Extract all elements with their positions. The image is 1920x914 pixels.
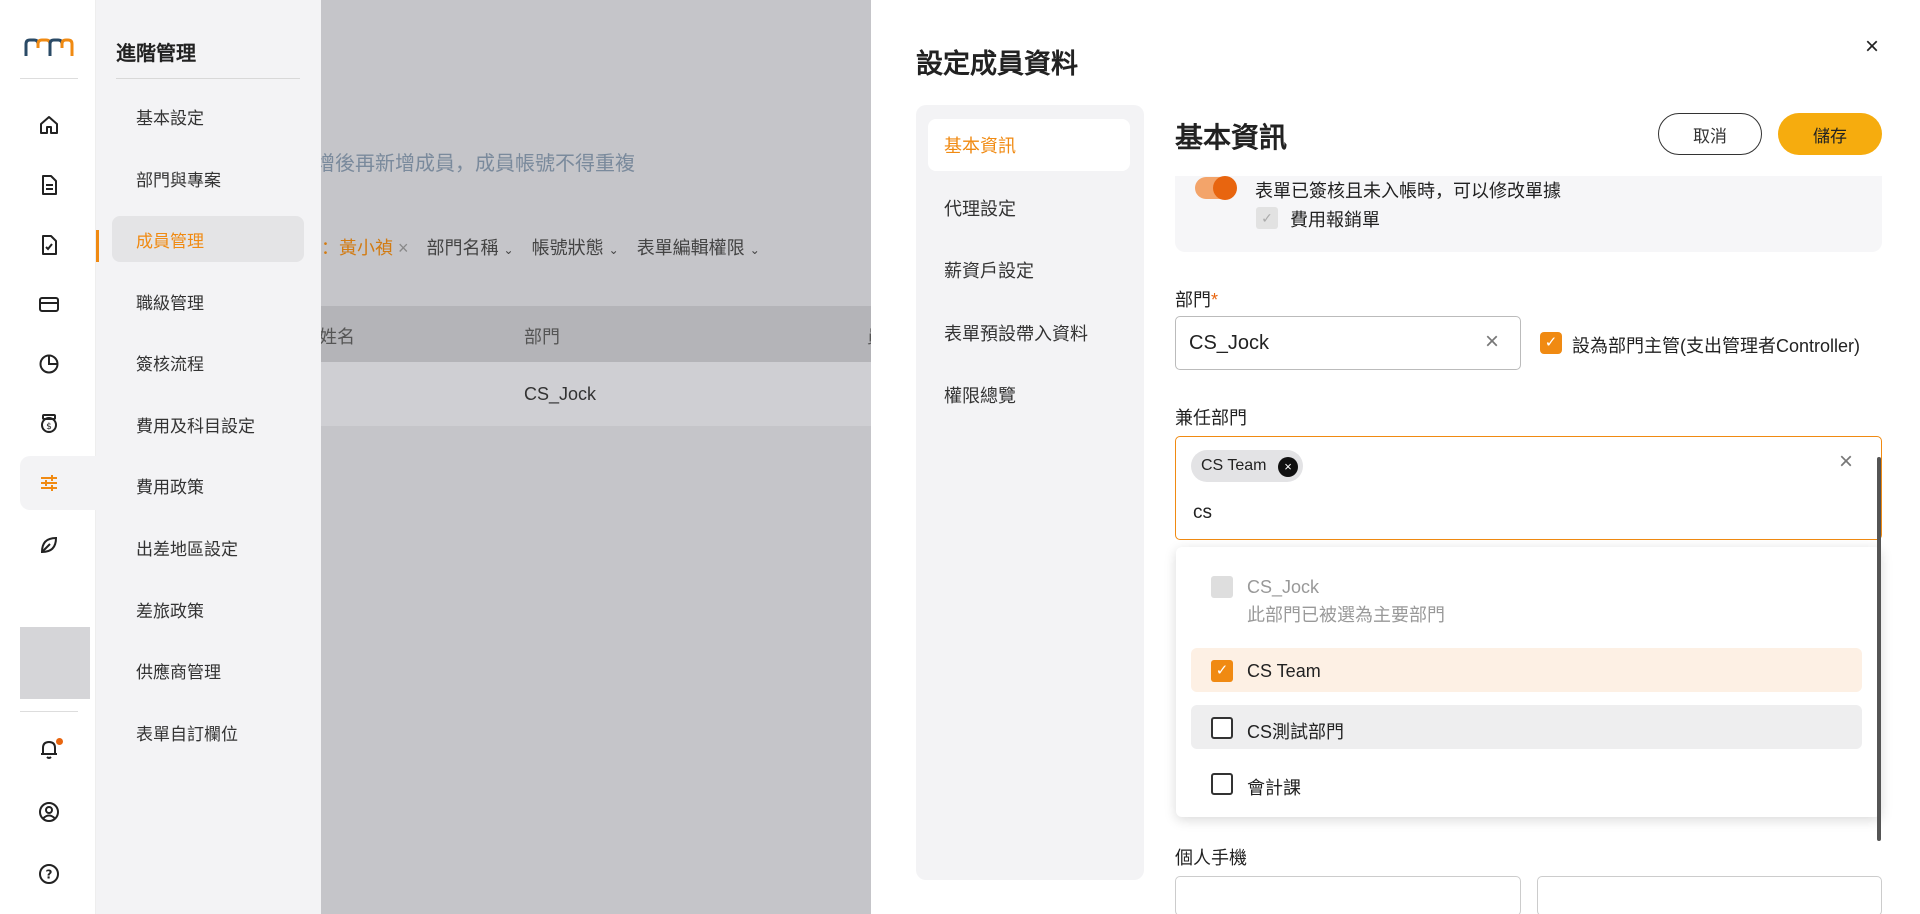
rail-divider [20,711,78,712]
filter-chip-name[interactable]: ：黃小禎 [321,238,393,258]
tab-delegate-settings[interactable]: 代理設定 [928,182,1130,234]
filter-department[interactable]: 部門名稱 ⌄ [427,234,514,260]
subnav-item-approval-flow[interactable]: 簽核流程 [112,339,304,385]
subnav-item-custom-fields[interactable]: 表單自訂欄位 [112,709,304,755]
subnav-item-expense-policy[interactable]: 費用政策 [112,462,304,508]
concurrent-department-label: 兼任部門 [1175,408,1247,428]
active-marker [96,230,99,262]
department-value: CS_Jock [1189,332,1270,354]
notification-dot [56,738,63,745]
page-hint: 增後再新增成員，成員帳號不得重複 [321,153,635,175]
mobile-number-input[interactable] [1537,876,1882,914]
close-icon[interactable]: × [1859,34,1885,60]
subnav-item-vendors[interactable]: 供應商管理 [112,647,304,693]
expense-form-label: 費用報銷單 [1290,210,1380,230]
subnav-item-job-levels[interactable]: 職級管理 [112,278,304,324]
chevron-down-icon: ⌄ [503,243,514,257]
svg-text:?: ? [46,868,53,882]
toggle-knob [1213,176,1237,200]
option-checkbox[interactable] [1211,773,1233,795]
mobile-country-code-input[interactable] [1175,876,1521,914]
tab-form-defaults[interactable]: 表單預設帶入資料 [928,307,1130,359]
option-label[interactable]: CS測試部門 [1247,718,1344,744]
department-label-text: 部門 [1175,290,1211,310]
mobile-label: 個人手機 [1175,848,1247,868]
document-icon[interactable] [36,172,62,198]
section-title: 基本資訊 [1175,122,1288,153]
help-icon[interactable]: ? [36,861,62,887]
expense-form-checkbox[interactable]: ✓ [1256,207,1278,229]
tab-payroll-account[interactable]: 薪資戶設定 [928,244,1130,296]
department-manager-checkbox[interactable]: ✓ [1540,332,1562,354]
option-label[interactable]: CS Team [1247,661,1321,682]
settings-subnav: 進階管理 基本設定 部門與專案 成員管理 職級管理 簽核流程 費用及科目設定 費… [96,0,321,914]
permission-text: 表單已簽核且未入帳時，可以修改單據 [1255,181,1561,201]
avatar-placeholder [20,627,90,699]
member-settings-drawer: 設定成員資料 × 基本資訊 代理設定 薪資戶設定 表單預設帶入資料 權限總覽 基… [871,0,1920,914]
expense-icon[interactable]: $ [36,411,62,437]
chevron-down-icon: ⌄ [608,243,619,257]
filter-form-permission[interactable]: 表單編輯權限 ⌄ [637,234,760,260]
background-overlay[interactable]: 增後再新增成員，成員帳號不得重複 ：黃小禎 × 部門名稱 ⌄ 帳號狀態 ⌄ 表單… [321,0,871,914]
option-checkbox[interactable] [1211,717,1233,739]
subnav-item-expense-accounts[interactable]: 費用及科目設定 [112,401,304,447]
drawer-nav: 基本資訊 代理設定 薪資戶設定 表單預設帶入資料 權限總覽 [916,105,1144,880]
scrollbar[interactable] [1877,457,1881,841]
filter-form-permission-label: 表單編輯權限 [636,238,745,258]
clear-concurrent-icon[interactable]: × [1839,448,1853,476]
save-button[interactable]: 儲存 [1778,113,1882,155]
column-department: 部門 [524,327,560,347]
department-manager-label: 設為部門主管(支出管理者Controller) [1572,336,1861,356]
filter-remove-icon[interactable]: × [398,238,409,258]
settings-sliders-icon[interactable] [36,470,62,496]
tab-basic-info[interactable]: 基本資訊 [928,119,1130,171]
table-header: 姓名 部門 員 [321,306,871,362]
cancel-button[interactable]: 取消 [1658,113,1762,155]
pie-chart-icon[interactable] [36,351,62,377]
app-logo[interactable] [24,36,74,60]
subnav-item-basic-settings[interactable]: 基本設定 [112,93,304,139]
user-icon[interactable] [36,799,62,825]
required-mark: * [1211,290,1219,310]
column-name: 姓名 [321,327,355,347]
tab-permission-overview[interactable]: 權限總覽 [928,369,1130,421]
drawer-title: 設定成員資料 [916,49,1078,79]
filter-department-label: 部門名稱 [426,238,499,258]
subnav-item-travel-regions[interactable]: 出差地區設定 [112,524,304,570]
department-label: 部門* [1175,286,1218,312]
clear-department-icon[interactable]: × [1485,328,1499,356]
svg-text:$: $ [46,422,52,432]
option-checkbox-checked[interactable]: ✓ [1211,660,1233,682]
filter-account-status[interactable]: 帳號狀態 ⌄ [532,234,619,260]
option-label: CS_Jock [1247,577,1320,597]
row-department: CS_Jock [524,384,597,404]
chevron-down-icon: ⌄ [749,243,760,257]
option-label[interactable]: 會計課 [1247,774,1301,800]
table-row[interactable]: CS_Jock [321,362,871,426]
icon-rail: $ ? [0,0,98,914]
subnav-item-travel-policy[interactable]: 差旅政策 [112,586,304,632]
approval-icon[interactable] [36,232,62,258]
filter-bar: ：黃小禎 × 部門名稱 ⌄ 帳號狀態 ⌄ 表單編輯權限 ⌄ [321,234,760,260]
rail-divider [20,78,78,79]
option-checkbox-disabled [1211,576,1233,598]
subnav-item-departments-projects[interactable]: 部門與專案 [112,155,304,201]
home-icon[interactable] [36,112,62,138]
card-icon[interactable] [36,291,62,317]
subnav-title: 進階管理 [116,43,196,65]
chip-remove-icon[interactable]: × [1278,457,1298,477]
chip-label: CS Team [1201,457,1267,474]
search-text[interactable]: cs [1193,502,1212,524]
subnav-divider [116,78,300,79]
leaf-icon[interactable] [36,532,62,558]
subnav-item-member-management[interactable]: 成員管理 [112,216,304,262]
option-note: 此部門已被選為主要部門 [1247,605,1445,625]
filter-account-status-label: 帳號狀態 [531,238,604,258]
